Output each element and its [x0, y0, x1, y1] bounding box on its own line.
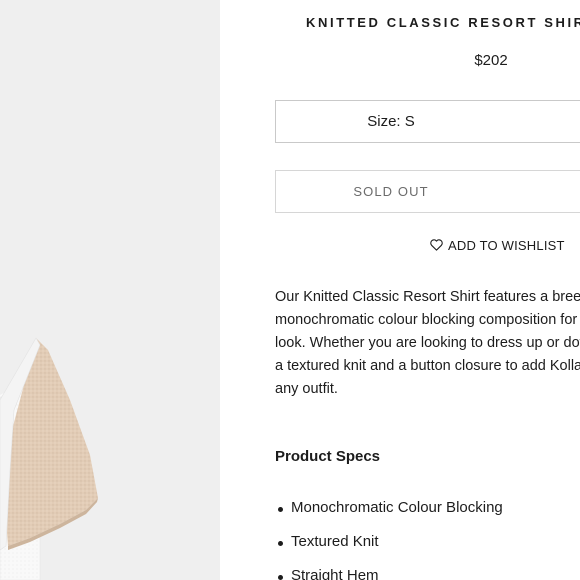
spec-item: Textured Knit [275, 532, 503, 566]
spec-item: Straight Hem [275, 566, 503, 580]
description-line: a textured knit and a button closure to … [275, 358, 580, 374]
size-selector-label: Size: S [367, 113, 415, 130]
sold-out-label: SOLD OUT [353, 184, 429, 199]
spec-item: Monochromatic Colour Blocking [275, 498, 503, 532]
product-specs-heading: Product Specs [275, 448, 381, 465]
product-image[interactable] [0, 0, 220, 580]
product-title: KNITTED CLASSIC RESORT SHIRT - [306, 15, 580, 30]
product-price: $202 [474, 52, 508, 69]
size-selector[interactable]: Size: S [275, 100, 580, 143]
wishlist-label: ADD TO WISHLIST [448, 237, 565, 253]
description-line: monochromatic colour blocking compositio… [275, 312, 580, 328]
product-info-panel: KNITTED CLASSIC RESORT SHIRT - $202 Size… [220, 0, 580, 580]
shirt-photo [0, 337, 98, 580]
product-description: Our Knitted Classic Resort Shirt feature… [275, 286, 580, 401]
product-specs-list: Monochromatic Colour Blocking Textured K… [275, 498, 503, 580]
description-line: Our Knitted Classic Resort Shirt feature… [275, 289, 580, 305]
description-line: any outfit. [275, 381, 338, 397]
add-to-wishlist-link[interactable]: ADD TO WISHLIST [430, 236, 565, 254]
heart-icon [430, 239, 443, 251]
description-line: look. Whether you are looking to dress u… [275, 335, 580, 351]
sold-out-button[interactable]: SOLD OUT [275, 170, 580, 213]
